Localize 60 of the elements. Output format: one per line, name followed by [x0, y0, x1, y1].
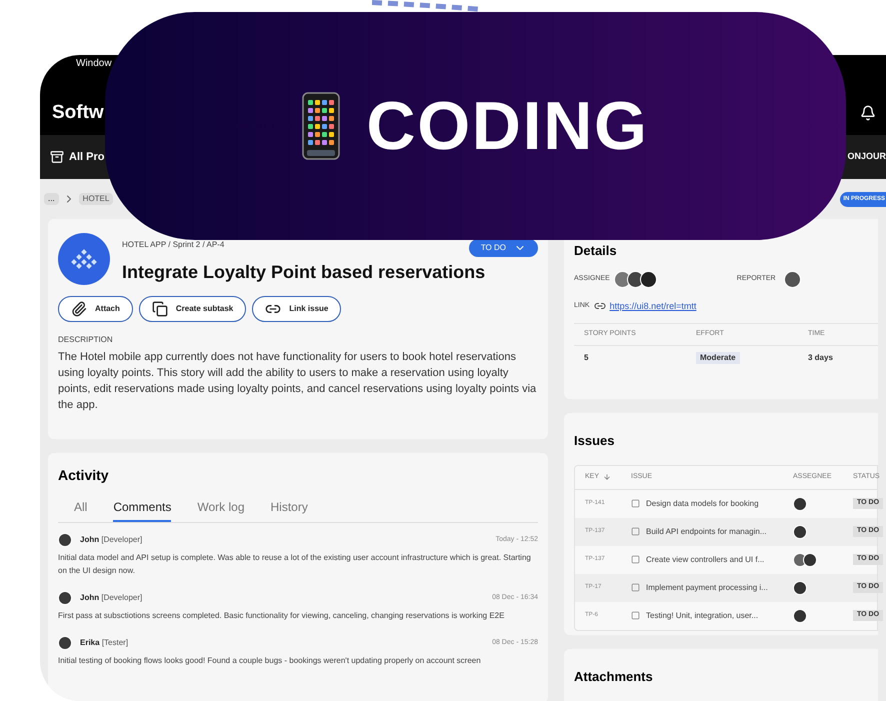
- status-dropdown[interactable]: TO DO: [468, 239, 538, 257]
- description-label: DESCRIPTION: [58, 334, 114, 346]
- project-logo: [58, 233, 110, 285]
- avatar: [58, 533, 72, 547]
- story-icon: [631, 499, 640, 508]
- attachments-title: Attachments: [574, 668, 654, 686]
- nav-item[interactable]: All Pro: [69, 148, 104, 166]
- action-button[interactable]: Create subtask: [138, 296, 246, 322]
- avatar: [793, 524, 807, 538]
- comment-text: Initial data model and API setup is complete. Was able to reuse a lot of the existing user account infrastructure which is great. Starting on the UI design now.: [58, 552, 532, 577]
- comment-author: John [Developer]: [80, 592, 142, 604]
- banner-title: CODING: [366, 87, 649, 166]
- avatar: [803, 552, 817, 566]
- avatar: [793, 496, 807, 510]
- comment-author: John [Developer]: [80, 534, 142, 546]
- activity-tab[interactable]: History: [270, 498, 308, 522]
- story-icon: [631, 527, 640, 536]
- activity-title: Activity: [58, 466, 110, 485]
- phone-icon: [302, 92, 340, 160]
- action-button[interactable]: Attach: [58, 296, 133, 322]
- description-text: The Hotel mobile app currently does not have functionality for users to book hotel reservations using loyalty points. This story will add the ability to users to make a reservation using loyalty points, edit reservations made using loyalty points, and cancel reservations using loyalty points via the app.: [58, 350, 538, 413]
- bell-icon[interactable]: [860, 105, 876, 122]
- issue-summary[interactable]: Create view controllers and UI f...: [646, 554, 764, 566]
- sort-icon[interactable]: [603, 473, 612, 481]
- breadcrumb-more[interactable]: ...: [44, 193, 59, 205]
- avatar: [793, 580, 807, 594]
- avatar: [58, 636, 72, 650]
- avatar: [784, 270, 801, 288]
- details-title: Details: [574, 242, 618, 260]
- breadcrumb-item[interactable]: HOTEL: [78, 193, 114, 205]
- activity-tab[interactable]: All: [74, 498, 88, 522]
- story-icon: [631, 555, 640, 564]
- activity-tab[interactable]: Work log: [197, 498, 244, 522]
- table-cell-text: 5: [584, 352, 590, 364]
- table-cell-text: 3 days: [808, 352, 834, 364]
- action-button[interactable]: Link issue: [252, 296, 342, 322]
- avatar: [58, 591, 72, 605]
- comment-text: First pass at subsctiotions screens completed. Basic functionality for viewing, canceling, changing reservations is working E2E: [58, 610, 506, 622]
- issues-title: Issues: [574, 432, 616, 450]
- issue-summary[interactable]: Design data models for booking: [646, 498, 759, 510]
- story-icon: [631, 611, 640, 620]
- copy-icon: [152, 301, 168, 317]
- issue-link[interactable]: https://ui8.net/rel=tmtt: [610, 300, 696, 313]
- issue-summary[interactable]: Implement payment processing i...: [646, 582, 768, 594]
- paperclip-icon: [71, 301, 87, 317]
- table-cell: Moderate: [696, 352, 740, 364]
- story-icon: [631, 583, 640, 592]
- issue-summary[interactable]: Testing! Unit, integration, user...: [646, 610, 758, 622]
- comment-text: Initial testing of booking flows looks good! Found a couple bugs - bookings weren't updating properly on account screen: [58, 655, 482, 667]
- status-text: Window: [76, 57, 113, 71]
- user-name[interactable]: ONJOUR: [847, 150, 886, 164]
- avatar: [793, 608, 807, 622]
- activity-tab[interactable]: Comments: [113, 498, 172, 522]
- avatar: [640, 270, 657, 288]
- issue-summary[interactable]: Build API endpoints for managin...: [646, 526, 767, 538]
- issue-title: Integrate Loyalty Point based reservations: [122, 261, 486, 284]
- comment-author: Erika [Tester]: [80, 637, 128, 649]
- avatar: [614, 270, 631, 288]
- issue-path: HOTEL APP / Sprint 2 / AP-4: [122, 239, 224, 251]
- app-title: Softw: [52, 101, 104, 125]
